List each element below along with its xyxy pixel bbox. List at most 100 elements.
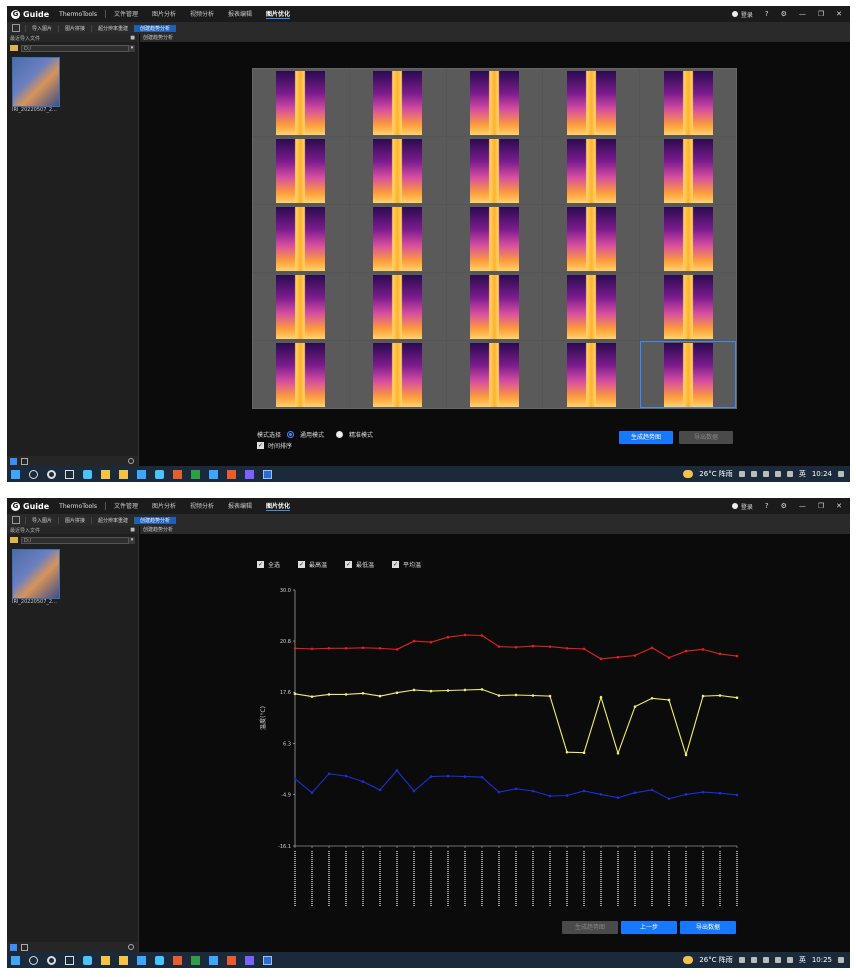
radio-general-mode[interactable] bbox=[287, 431, 295, 438]
edge-icon[interactable] bbox=[83, 469, 92, 479]
help-icon[interactable]: ? bbox=[765, 502, 769, 510]
store-icon[interactable] bbox=[101, 469, 110, 479]
import-image-button[interactable]: 导入图片 bbox=[25, 516, 58, 524]
grid-view-icon[interactable] bbox=[10, 457, 17, 465]
task-view-icon[interactable] bbox=[65, 955, 74, 965]
filter-select-all[interactable]: ✓ 全选 bbox=[257, 560, 280, 569]
min-temp-checkbox[interactable]: ✓ bbox=[345, 561, 353, 568]
pen-icon[interactable] bbox=[155, 469, 164, 479]
grid-cell[interactable] bbox=[543, 137, 640, 204]
filter-max-temp[interactable]: ✓ 最高温 bbox=[298, 560, 327, 569]
pin-icon[interactable]: ■ bbox=[130, 527, 135, 533]
grid-cell[interactable] bbox=[640, 273, 736, 340]
store-icon[interactable] bbox=[101, 955, 110, 965]
ime-indicator[interactable]: 英 bbox=[799, 469, 806, 479]
office-icon[interactable] bbox=[173, 955, 182, 965]
tray-icon[interactable] bbox=[750, 471, 757, 477]
filter-avg-temp[interactable]: ✓ 平均温 bbox=[392, 560, 421, 569]
settings-icon[interactable]: ⚙ bbox=[781, 502, 787, 510]
grid-cell[interactable] bbox=[253, 69, 349, 136]
generate-trend-button[interactable]: 生成趋势图 bbox=[562, 921, 618, 934]
close-icon[interactable]: ✕ bbox=[836, 502, 842, 510]
grid-cell[interactable] bbox=[446, 69, 543, 136]
grid-view-icon[interactable] bbox=[10, 943, 17, 951]
grid-cell[interactable] bbox=[349, 137, 446, 204]
stitch-button[interactable]: 图片拼接 bbox=[58, 24, 91, 32]
time-sort-checkbox[interactable]: ✓ bbox=[257, 442, 264, 449]
wechat-icon[interactable] bbox=[191, 469, 200, 479]
grid-cell[interactable] bbox=[446, 273, 543, 340]
menu-report[interactable]: 报表编辑 bbox=[228, 9, 252, 19]
radio-precise-mode[interactable] bbox=[336, 431, 344, 438]
task-view-icon[interactable] bbox=[65, 469, 74, 479]
app-icon[interactable] bbox=[209, 955, 218, 965]
clock[interactable]: 10:24 bbox=[812, 470, 832, 478]
help-icon[interactable]: ? bbox=[765, 10, 769, 18]
close-icon[interactable]: ✕ bbox=[836, 10, 842, 18]
start-icon[interactable] bbox=[11, 955, 20, 965]
grid-cell[interactable] bbox=[640, 341, 736, 408]
menu-image-optimize[interactable]: 图片优化 bbox=[266, 9, 291, 19]
filter-min-temp[interactable]: ✓ 最低温 bbox=[345, 560, 374, 569]
grid-cell[interactable] bbox=[446, 341, 543, 408]
grid-cell[interactable] bbox=[253, 205, 349, 272]
grid-cell[interactable] bbox=[349, 273, 446, 340]
export-data-button[interactable]: 导出数据 bbox=[680, 921, 736, 934]
file-thumbnail[interactable] bbox=[12, 549, 60, 599]
grid-cell[interactable] bbox=[446, 137, 543, 204]
tray-icon[interactable] bbox=[762, 471, 769, 477]
volume-icon[interactable] bbox=[786, 471, 793, 477]
pin-icon[interactable]: ■ bbox=[130, 35, 135, 41]
minimize-icon[interactable]: — bbox=[799, 502, 806, 510]
explorer-icon[interactable] bbox=[119, 469, 128, 479]
restore-icon[interactable]: ❐ bbox=[818, 10, 824, 18]
chevron-down-icon[interactable]: ▾ bbox=[129, 536, 135, 544]
wechat-icon[interactable] bbox=[191, 955, 200, 965]
previous-step-button[interactable]: 上一步 bbox=[621, 921, 677, 934]
grid-cell[interactable] bbox=[253, 273, 349, 340]
notification-icon[interactable] bbox=[838, 957, 844, 963]
save-icon[interactable] bbox=[12, 24, 20, 32]
stitch-button[interactable]: 图片拼接 bbox=[58, 516, 91, 524]
trend-analysis-button[interactable]: 创建趋势分析 bbox=[134, 516, 177, 524]
mail-icon[interactable] bbox=[137, 955, 146, 965]
thermotools-taskbar-icon[interactable] bbox=[263, 955, 272, 965]
tab-trend-analysis[interactable]: 创建趋势分析 bbox=[140, 526, 850, 534]
app2-icon[interactable] bbox=[245, 469, 254, 479]
volume-icon[interactable] bbox=[786, 957, 793, 963]
grid-cell[interactable] bbox=[253, 137, 349, 204]
menu-file[interactable]: 文件管理 bbox=[114, 501, 138, 511]
browser-icon[interactable] bbox=[227, 469, 236, 479]
minimize-icon[interactable]: — bbox=[799, 10, 806, 18]
chevron-down-icon[interactable]: ▾ bbox=[129, 44, 135, 52]
import-image-button[interactable]: 导入图片 bbox=[25, 24, 58, 32]
menu-image-analysis[interactable]: 图片分析 bbox=[152, 501, 176, 511]
cortana-icon[interactable] bbox=[47, 469, 56, 479]
login-button[interactable]: 登录 bbox=[731, 502, 753, 511]
menu-video-analysis[interactable]: 视频分析 bbox=[190, 501, 214, 511]
max-temp-checkbox[interactable]: ✓ bbox=[298, 561, 306, 568]
browser-icon[interactable] bbox=[227, 955, 236, 965]
tray-icon[interactable] bbox=[750, 957, 757, 963]
tray-icon[interactable] bbox=[738, 957, 745, 963]
ime-indicator[interactable]: 英 bbox=[799, 955, 806, 965]
start-icon[interactable] bbox=[11, 469, 20, 479]
edge-icon[interactable] bbox=[83, 955, 92, 965]
settings-icon[interactable]: ⚙ bbox=[781, 10, 787, 18]
grid-cell[interactable] bbox=[640, 137, 736, 204]
tab-trend-analysis[interactable]: 创建趋势分析 bbox=[140, 34, 850, 42]
save-icon[interactable] bbox=[12, 516, 20, 524]
folder-path-input[interactable]: D:/ bbox=[21, 44, 129, 52]
folder-path-input[interactable]: D:/ bbox=[21, 536, 129, 544]
explorer-icon[interactable] bbox=[119, 955, 128, 965]
export-data-button[interactable]: 导出数据 bbox=[679, 431, 733, 444]
menu-video-analysis[interactable]: 视频分析 bbox=[190, 9, 214, 19]
grid-cell[interactable] bbox=[543, 273, 640, 340]
notification-icon[interactable] bbox=[838, 471, 844, 477]
search-icon[interactable] bbox=[128, 458, 134, 464]
grid-cell[interactable] bbox=[640, 205, 736, 272]
wifi-icon[interactable] bbox=[774, 957, 781, 963]
grid-cell[interactable] bbox=[349, 205, 446, 272]
tray-icon[interactable] bbox=[738, 471, 745, 477]
mail-icon[interactable] bbox=[137, 469, 146, 479]
